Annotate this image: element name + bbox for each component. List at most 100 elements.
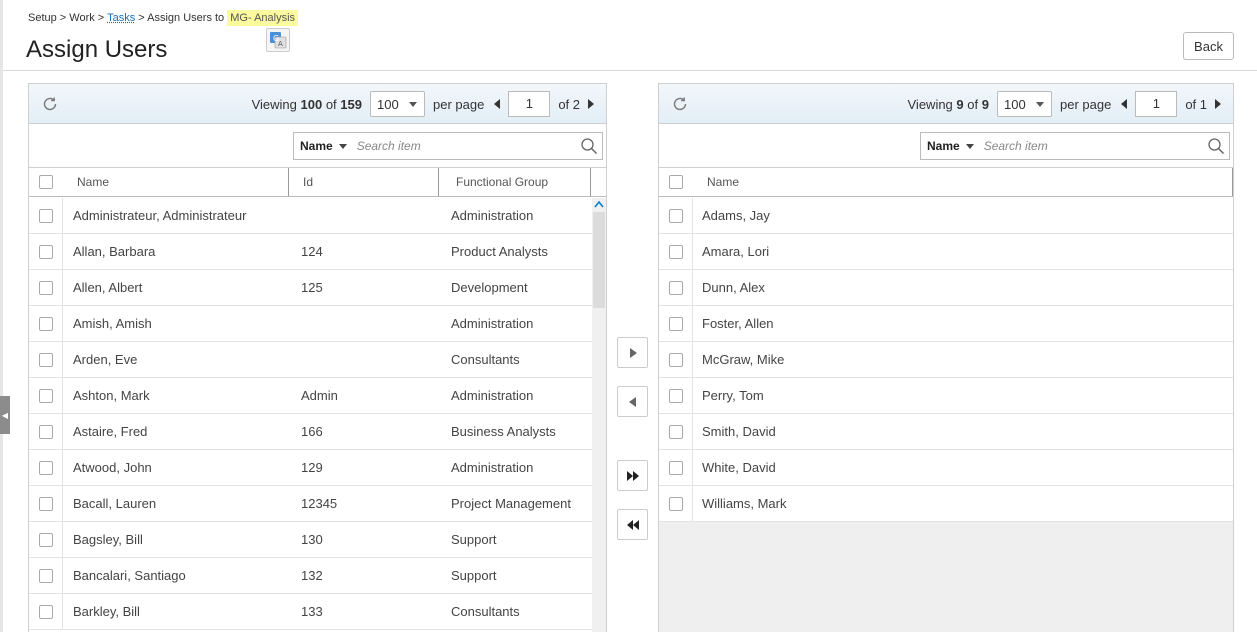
search-icon[interactable] xyxy=(1207,137,1225,155)
table-row[interactable]: Williams, Mark xyxy=(659,486,1233,522)
column-header-functional-group[interactable]: Functional Group xyxy=(439,168,591,196)
table-row[interactable]: Arden, Eve Consultants xyxy=(29,342,592,378)
row-checkbox[interactable] xyxy=(668,496,683,511)
cell-name: Perry, Tom xyxy=(702,388,764,403)
table-row[interactable]: Foster, Allen xyxy=(659,306,1233,342)
table-row[interactable]: Amish, Amish Administration xyxy=(29,306,592,342)
column-header-name[interactable]: Name xyxy=(63,168,289,196)
cell-name: Administrateur, Administrateur xyxy=(73,208,247,223)
table-row[interactable]: Atwood, John 129 Administration xyxy=(29,450,592,486)
cell-id: 12345 xyxy=(301,496,338,511)
move-all-left-button[interactable] xyxy=(617,509,648,540)
viewing-of: of xyxy=(325,96,337,112)
row-checkbox[interactable] xyxy=(38,424,53,439)
refresh-icon[interactable] xyxy=(41,95,59,113)
assigned-users-list: Adams, Jay Amara, Lori Dunn, Alex Foster, A… xyxy=(659,198,1233,522)
per-page-select[interactable]: 100 xyxy=(996,91,1052,117)
next-page-icon[interactable] xyxy=(588,99,594,109)
page-number-input[interactable]: 1 xyxy=(508,91,551,117)
row-checkbox[interactable] xyxy=(38,460,53,475)
table-row[interactable]: Bacall, Lauren 12345 Project Management xyxy=(29,486,592,522)
row-checkbox[interactable] xyxy=(668,208,683,223)
select-all-checkbox[interactable] xyxy=(39,175,53,189)
double-arrow-right-icon xyxy=(626,470,639,481)
cell-id: 133 xyxy=(301,604,323,619)
back-button[interactable]: Back xyxy=(1183,32,1234,60)
row-checkbox-cell xyxy=(29,522,63,557)
row-checkbox-cell xyxy=(659,270,693,305)
cell-id: 124 xyxy=(301,244,323,259)
table-row[interactable]: Perry, Tom xyxy=(659,378,1233,414)
cell-name: Bagsley, Bill xyxy=(73,532,143,547)
table-row[interactable]: Allen, Albert 125 Development xyxy=(29,270,592,306)
prev-page-icon[interactable] xyxy=(494,99,501,109)
table-row[interactable]: Dunn, Alex xyxy=(659,270,1233,306)
row-checkbox[interactable] xyxy=(38,388,53,403)
row-checkbox[interactable] xyxy=(38,244,53,259)
row-checkbox[interactable] xyxy=(668,316,683,331)
viewing-of: of xyxy=(967,96,979,112)
table-row[interactable]: White, David xyxy=(659,450,1233,486)
collapse-sidebar-button[interactable]: ◀ xyxy=(0,396,10,434)
cell-id: 166 xyxy=(301,424,323,439)
scrollbar[interactable] xyxy=(592,198,606,632)
refresh-icon[interactable] xyxy=(671,95,689,113)
table-row[interactable]: Amara, Lori xyxy=(659,234,1233,270)
cell-name: White, David xyxy=(702,460,776,475)
search-bar: Name xyxy=(29,124,606,168)
translate-icon[interactable]: G A xyxy=(266,28,290,52)
row-checkbox[interactable] xyxy=(38,568,53,583)
cell-name: Williams, Mark xyxy=(702,496,787,511)
row-checkbox[interactable] xyxy=(668,244,683,259)
move-left-button[interactable] xyxy=(617,386,648,417)
per-page-select[interactable]: 100 xyxy=(369,91,425,117)
row-checkbox[interactable] xyxy=(668,280,683,295)
table-row[interactable]: Administrateur, Administrateur Administra… xyxy=(29,198,592,234)
table-row[interactable]: Barkley, Bill 133 Consultants xyxy=(29,594,592,630)
search-field-value: Name xyxy=(927,139,960,153)
column-header-name[interactable]: Name xyxy=(693,168,1233,196)
scroll-up-icon[interactable] xyxy=(594,200,604,210)
table-row[interactable]: Bagsley, Bill 130 Support xyxy=(29,522,592,558)
pager-bar: Viewing 9 of 9 100 per page 1 of 1 xyxy=(659,84,1233,124)
table-row[interactable]: Bancalari, Santiago 132 Support xyxy=(29,558,592,594)
row-checkbox[interactable] xyxy=(668,460,683,475)
prev-page-icon[interactable] xyxy=(1121,99,1128,109)
move-right-button[interactable] xyxy=(617,337,648,368)
row-checkbox[interactable] xyxy=(668,424,683,439)
cell-functional-group: Support xyxy=(451,568,497,583)
select-all-checkbox[interactable] xyxy=(669,175,683,189)
row-checkbox[interactable] xyxy=(38,496,53,511)
row-checkbox[interactable] xyxy=(38,352,53,367)
search-input[interactable] xyxy=(979,133,1207,159)
cell-name: Foster, Allen xyxy=(702,316,774,331)
table-row[interactable]: Smith, David xyxy=(659,414,1233,450)
table-row[interactable]: Allan, Barbara 124 Product Analysts xyxy=(29,234,592,270)
row-checkbox[interactable] xyxy=(668,388,683,403)
next-page-icon[interactable] xyxy=(1215,99,1221,109)
search-input[interactable] xyxy=(352,133,580,159)
table-row[interactable]: Ashton, Mark Admin Administration xyxy=(29,378,592,414)
column-header-id[interactable]: Id xyxy=(289,168,439,196)
table-row[interactable]: McGraw, Mike xyxy=(659,342,1233,378)
table-row[interactable]: Astaire, Fred 166 Business Analysts xyxy=(29,414,592,450)
search-field-select[interactable]: Name xyxy=(294,139,353,153)
row-checkbox[interactable] xyxy=(38,280,53,295)
row-checkbox-cell xyxy=(29,378,63,413)
row-checkbox[interactable] xyxy=(38,604,53,619)
row-checkbox[interactable] xyxy=(38,316,53,331)
page-title: Assign Users xyxy=(26,36,168,63)
table-header: Name xyxy=(659,168,1233,197)
table-row[interactable]: Adams, Jay xyxy=(659,198,1233,234)
chevron-down-icon xyxy=(1035,102,1044,107)
scroll-thumb[interactable] xyxy=(593,212,605,308)
row-checkbox[interactable] xyxy=(668,352,683,367)
breadcrumb-link-tasks[interactable]: Tasks xyxy=(107,12,135,24)
page-number-input[interactable]: 1 xyxy=(1135,91,1178,117)
search-field-select[interactable]: Name xyxy=(921,139,980,153)
row-checkbox[interactable] xyxy=(38,208,53,223)
search-icon[interactable] xyxy=(580,137,598,155)
row-checkbox[interactable] xyxy=(38,532,53,547)
empty-area xyxy=(659,521,1233,632)
move-all-right-button[interactable] xyxy=(617,460,648,491)
